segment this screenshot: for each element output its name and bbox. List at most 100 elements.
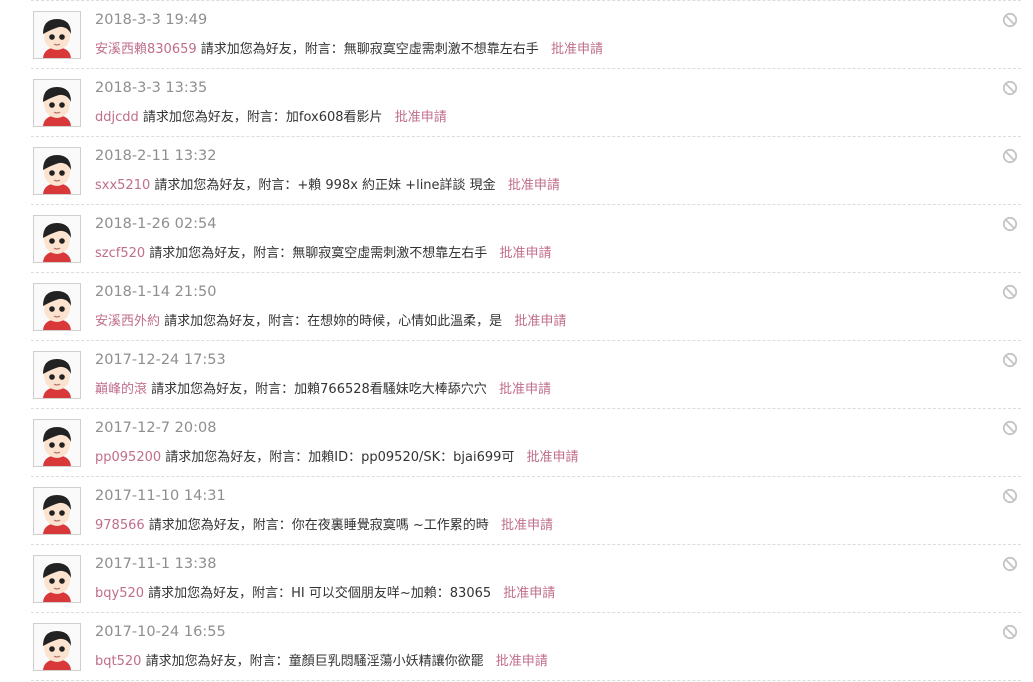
request-time: 2017-10-24 16:55	[95, 624, 226, 640]
approve-request-link[interactable]: 批准申請	[551, 42, 603, 57]
ignore-icon	[1002, 216, 1018, 232]
request-message: 巔峰的滾 請求加您為好友，附言：加賴766528看騷妹吃大棒舔穴穴 批准申請	[95, 378, 551, 397]
request-message: pp095200 請求加您為好友，附言：加賴ID：pp09520/SK：bjai…	[95, 446, 579, 465]
avatar[interactable]	[33, 11, 81, 59]
approve-request-link[interactable]: 批准申請	[508, 178, 560, 193]
friend-request-item: 2018-3-3 19:49 安溪西賴830659 請求加您為好友，附言：無聊寂…	[31, 0, 1021, 69]
avatar-icon	[34, 488, 80, 534]
request-message: bqt520 請求加您為好友，附言：童顏巨乳悶騷淫蕩小妖精讓你欲罷 批准申請	[95, 650, 548, 669]
avatar-icon	[34, 556, 80, 602]
request-text: 請求加您為好友，附言：+賴 998x 約正妹 +line詳談 現金	[154, 178, 496, 193]
request-text: 請求加您為好友，附言：童顏巨乳悶騷淫蕩小妖精讓你欲罷	[145, 654, 484, 669]
ignore-icon	[1002, 556, 1018, 572]
ignore-button[interactable]	[1002, 556, 1018, 572]
approve-request-link[interactable]: 批准申請	[503, 586, 555, 601]
friend-request-item: 2017-12-7 20:08 pp095200 請求加您為好友，附言：加賴ID…	[31, 409, 1021, 477]
requester-link[interactable]: ddjcdd	[95, 110, 139, 125]
request-text: 請求加您為好友，附言：加fox608看影片	[142, 110, 383, 125]
approve-request-link[interactable]: 批准申請	[499, 246, 551, 261]
avatar-icon	[34, 12, 80, 58]
avatar[interactable]	[33, 555, 81, 603]
avatar-icon	[34, 352, 80, 398]
friend-request-item: 2018-1-14 21:50 安溪西外約 請求加您為好友，附言：在想妳的時候，…	[31, 273, 1021, 341]
avatar-icon	[34, 420, 80, 466]
ignore-button[interactable]	[1002, 284, 1018, 300]
friend-request-item: 2018-2-11 13:32 sxx5210 請求加您為好友，附言：+賴 99…	[31, 137, 1021, 205]
approve-request-link[interactable]: 批准申請	[496, 654, 548, 669]
avatar-icon	[34, 284, 80, 330]
ignore-button[interactable]	[1002, 352, 1018, 368]
request-message: ddjcdd 請求加您為好友，附言：加fox608看影片 批准申請	[95, 106, 447, 125]
ignore-button[interactable]	[1002, 216, 1018, 232]
ignore-icon	[1002, 352, 1018, 368]
requester-link[interactable]: pp095200	[95, 450, 161, 465]
friend-request-item: 2017-10-24 16:55 bqt520 請求加您為好友，附言：童顏巨乳悶…	[31, 613, 1021, 681]
approve-request-link[interactable]: 批准申請	[501, 518, 553, 533]
request-message: szcf520 請求加您為好友，附言：無聊寂寞空虛需刺激不想靠左右手 批准申請	[95, 242, 551, 261]
requester-link[interactable]: sxx5210	[95, 178, 150, 193]
avatar[interactable]	[33, 147, 81, 195]
ignore-button[interactable]	[1002, 148, 1018, 164]
ignore-button[interactable]	[1002, 12, 1018, 28]
friend-request-list: 2018-3-3 19:49 安溪西賴830659 請求加您為好友，附言：無聊寂…	[31, 0, 1021, 681]
ignore-button[interactable]	[1002, 488, 1018, 504]
approve-request-link[interactable]: 批准申請	[514, 314, 566, 329]
request-message: 978566 請求加您為好友，附言：你在夜裏睡覺寂寞嗎 ~工作累的時 批准申請	[95, 514, 553, 533]
approve-request-link[interactable]: 批准申請	[527, 450, 579, 465]
requester-link[interactable]: szcf520	[95, 246, 145, 261]
request-message: bqy520 請求加您為好友，附言：HI 可以交個朋友咩~加賴：83065 批准…	[95, 582, 555, 601]
request-text: 請求加您為好友，附言：無聊寂寞空虛需刺激不想靠左右手	[149, 246, 488, 261]
requester-link[interactable]: 巔峰的滾	[95, 382, 147, 397]
requester-link[interactable]: 安溪西外約	[95, 314, 160, 329]
avatar[interactable]	[33, 419, 81, 467]
request-time: 2017-12-24 17:53	[95, 352, 226, 368]
ignore-button[interactable]	[1002, 80, 1018, 96]
avatar[interactable]	[33, 487, 81, 535]
avatar[interactable]	[33, 351, 81, 399]
ignore-icon	[1002, 420, 1018, 436]
friend-request-item: 2018-3-3 13:35 ddjcdd 請求加您為好友，附言：加fox608…	[31, 69, 1021, 137]
avatar[interactable]	[33, 215, 81, 263]
friend-request-item: 2017-11-10 14:31 978566 請求加您為好友，附言：你在夜裏睡…	[31, 477, 1021, 545]
request-text: 請求加您為好友，附言：HI 可以交個朋友咩~加賴：83065	[148, 586, 492, 601]
approve-request-link[interactable]: 批准申請	[395, 110, 447, 125]
request-time: 2018-3-3 13:35	[95, 80, 208, 96]
avatar-icon	[34, 80, 80, 126]
request-message: 安溪西賴830659 請求加您為好友，附言：無聊寂寞空虛需刺激不想靠左右手 批准…	[95, 38, 603, 57]
requester-link[interactable]: 安溪西賴830659	[95, 42, 197, 57]
request-message: sxx5210 請求加您為好友，附言：+賴 998x 約正妹 +line詳談 現…	[95, 174, 560, 193]
request-text: 請求加您為好友，附言：加賴766528看騷妹吃大棒舔穴穴	[151, 382, 487, 397]
approve-request-link[interactable]: 批准申請	[499, 382, 551, 397]
avatar-icon	[34, 216, 80, 262]
ignore-button[interactable]	[1002, 624, 1018, 640]
ignore-icon	[1002, 624, 1018, 640]
request-message: 安溪西外約 請求加您為好友，附言：在想妳的時候，心情如此溫柔，是 批准申請	[95, 310, 566, 329]
request-text: 請求加您為好友，附言：你在夜裏睡覺寂寞嗎 ~工作累的時	[148, 518, 489, 533]
requester-link[interactable]: bqt520	[95, 654, 141, 669]
avatar[interactable]	[33, 283, 81, 331]
ignore-icon	[1002, 284, 1018, 300]
avatar[interactable]	[33, 623, 81, 671]
ignore-button[interactable]	[1002, 420, 1018, 436]
friend-request-item: 2017-11-1 13:38 bqy520 請求加您為好友，附言：HI 可以交…	[31, 545, 1021, 613]
ignore-icon	[1002, 80, 1018, 96]
friend-request-item: 2018-1-26 02:54 szcf520 請求加您為好友，附言：無聊寂寞空…	[31, 205, 1021, 273]
requester-link[interactable]: 978566	[95, 518, 145, 533]
avatar-icon	[34, 148, 80, 194]
request-time: 2017-12-7 20:08	[95, 420, 217, 436]
request-time: 2018-2-11 13:32	[95, 148, 217, 164]
request-time: 2018-3-3 19:49	[95, 12, 208, 28]
request-time: 2017-11-1 13:38	[95, 556, 217, 572]
request-time: 2018-1-14 21:50	[95, 284, 217, 300]
avatar[interactable]	[33, 79, 81, 127]
ignore-icon	[1002, 148, 1018, 164]
avatar-icon	[34, 624, 80, 670]
request-time: 2017-11-10 14:31	[95, 488, 226, 504]
ignore-icon	[1002, 488, 1018, 504]
request-text: 請求加您為好友，附言：加賴ID：pp09520/SK：bjai699可	[165, 450, 515, 465]
request-time: 2018-1-26 02:54	[95, 216, 217, 232]
ignore-icon	[1002, 12, 1018, 28]
requester-link[interactable]: bqy520	[95, 586, 144, 601]
request-text: 請求加您為好友，附言：無聊寂寞空虛需刺激不想靠左右手	[200, 42, 539, 57]
friend-request-item: 2017-12-24 17:53 巔峰的滾 請求加您為好友，附言：加賴76652…	[31, 341, 1021, 409]
